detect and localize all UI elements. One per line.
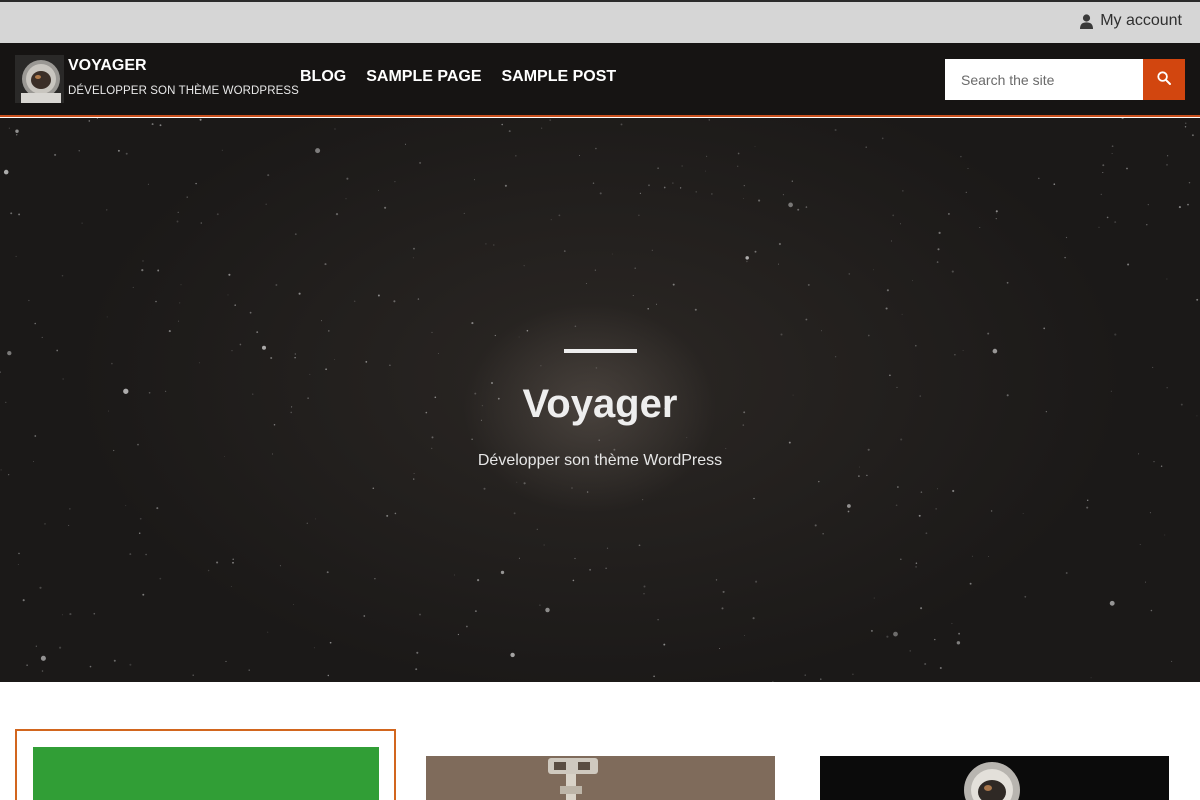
nav-item-sample-page[interactable]: SAMPLE PAGE (366, 68, 481, 86)
post-card[interactable] (426, 756, 775, 800)
posts-grid (0, 682, 1200, 800)
hero-banner: Voyager Développer son thème WordPress (0, 118, 1200, 682)
astronaut-logo[interactable] (15, 55, 64, 103)
main-navigation: BLOG SAMPLE PAGE SAMPLE POST (300, 68, 616, 86)
site-header: VOYAGER DÉVELOPPER SON THÈME WORDPRESS B… (0, 43, 1200, 117)
my-account-label: My account (1100, 12, 1182, 29)
post-thumbnail (820, 756, 1169, 800)
nav-item-sample-post[interactable]: SAMPLE POST (502, 68, 617, 86)
hero-title: Voyager (522, 382, 678, 426)
post-card-featured[interactable] (15, 729, 396, 800)
post-thumbnail (33, 747, 379, 800)
nav-item-blog[interactable]: BLOG (300, 68, 346, 86)
site-tagline: DÉVELOPPER SON THÈME WORDPRESS (68, 85, 299, 97)
search-button[interactable] (1143, 59, 1185, 100)
hero-subtitle: Développer son thème WordPress (477, 452, 723, 469)
user-icon (1080, 13, 1094, 29)
post-card[interactable] (820, 756, 1169, 800)
site-title[interactable]: VOYAGER (68, 57, 147, 75)
search-icon (1157, 71, 1171, 88)
search-input[interactable] (945, 59, 1143, 100)
top-utility-bar: My account (0, 0, 1200, 43)
post-thumbnail (426, 756, 775, 800)
hero-divider (564, 349, 637, 353)
my-account-link[interactable]: My account (1080, 12, 1182, 30)
